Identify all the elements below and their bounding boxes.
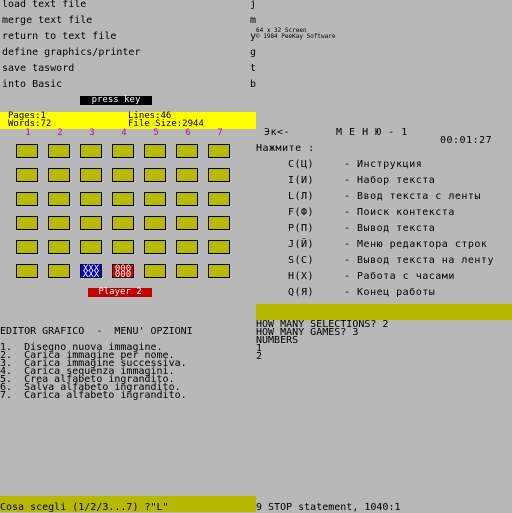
- editor-title: EDITOR GRAFICO - MENU' OPZIONI: [0, 326, 193, 337]
- grid-cell[interactable]: [144, 264, 166, 278]
- ru-key: H(X): [288, 271, 315, 282]
- ru-key: P(П): [288, 223, 315, 234]
- grid-cell-player-red[interactable]: 000 000: [112, 264, 134, 280]
- info-bar: Pages:1 Lines:46 Words:72 File Size:2944: [0, 112, 256, 129]
- press-key-prompt[interactable]: press key: [80, 96, 152, 105]
- grid-cell[interactable]: [48, 168, 70, 182]
- grid-cell[interactable]: [48, 264, 70, 278]
- grid-cell[interactable]: [16, 216, 38, 230]
- grid-cell[interactable]: [112, 144, 134, 158]
- grid-cell-player-blue[interactable]: XXX XXX: [80, 264, 102, 280]
- ru-item-instructions[interactable]: - Инструкция: [344, 160, 422, 170]
- ru-key: Q(Я): [288, 287, 315, 298]
- grid-cell[interactable]: [176, 216, 198, 230]
- ru-item-quit[interactable]: - Конец работы: [344, 288, 435, 298]
- ru-key: L(Л): [288, 191, 315, 202]
- column-number: 6: [185, 128, 191, 138]
- grid-cell[interactable]: [112, 216, 134, 230]
- menu-key-save: t: [250, 63, 257, 74]
- grid-cell[interactable]: [176, 240, 198, 254]
- column-number: 3: [89, 128, 95, 138]
- grid-cell[interactable]: [112, 168, 134, 182]
- column-number: 5: [153, 128, 159, 138]
- grid-cell[interactable]: [80, 240, 102, 254]
- status-strip: [256, 304, 512, 320]
- grid-cell[interactable]: [80, 168, 102, 182]
- grid-cell[interactable]: [16, 192, 38, 206]
- column-number: 4: [121, 128, 127, 138]
- menu-item-load[interactable]: load text file: [2, 0, 247, 10]
- grid-cell[interactable]: [144, 240, 166, 254]
- column-number: 1: [25, 128, 31, 138]
- grid-cell[interactable]: [16, 240, 38, 254]
- grid-cell[interactable]: [48, 240, 70, 254]
- menu-item-return[interactable]: return to text file: [2, 32, 247, 42]
- grid-cell[interactable]: [176, 144, 198, 158]
- ru-key: J(Й): [288, 239, 315, 250]
- ru-item-line-editor[interactable]: - Меню редактора строк: [344, 240, 487, 250]
- grid-cell[interactable]: [144, 192, 166, 206]
- grid-cell[interactable]: [208, 216, 230, 230]
- ru-key: I(И): [288, 175, 315, 186]
- grid-cell[interactable]: [176, 168, 198, 182]
- number-2: 2: [256, 351, 263, 362]
- grid-cell[interactable]: [16, 144, 38, 158]
- player-indicator: Player 2: [88, 288, 152, 297]
- ru-prompt: Нажмите :: [256, 143, 315, 154]
- grid-cell[interactable]: [80, 216, 102, 230]
- ru-clock: 00:01:27: [440, 135, 493, 146]
- grid-cell[interactable]: [144, 144, 166, 158]
- grid-cell[interactable]: [112, 192, 134, 206]
- ru-item-load-tape[interactable]: - Ввод текста с ленты: [344, 192, 481, 202]
- grid-cell[interactable]: [208, 144, 230, 158]
- grid-cell[interactable]: [80, 192, 102, 206]
- grid-cell[interactable]: [208, 168, 230, 182]
- grid-cell[interactable]: [208, 192, 230, 206]
- words-count: Words:72: [8, 119, 52, 129]
- ru-item-clock[interactable]: - Работа с часами: [344, 272, 455, 282]
- grid-cell[interactable]: [112, 240, 134, 254]
- menu-key-basic: b: [250, 79, 257, 90]
- editor-option-7[interactable]: 7. Carica alfabeto ingrandito.: [0, 391, 187, 401]
- ru-key: S(C): [288, 255, 315, 266]
- ru-item-save-tape[interactable]: - Вывод текста на ленту: [344, 256, 494, 266]
- menu-item-save[interactable]: save tasword: [2, 64, 247, 74]
- file-size: File Size:2944: [128, 119, 204, 129]
- menu-key-merge: m: [250, 15, 257, 26]
- menu-item-define-graphics[interactable]: define graphics/printer: [2, 48, 247, 58]
- ru-item-type-text[interactable]: - Набор текста: [344, 176, 435, 186]
- grid-cell[interactable]: [80, 144, 102, 158]
- grid-cell[interactable]: [16, 264, 38, 278]
- grid-cell[interactable]: [208, 240, 230, 254]
- grid-cell[interactable]: [176, 264, 198, 278]
- numbers-label: NUMBERS: [256, 335, 299, 346]
- grid-cell[interactable]: [16, 168, 38, 182]
- grid-cell[interactable]: [176, 192, 198, 206]
- column-number: 2: [57, 128, 63, 138]
- ru-key: C(Ц): [288, 159, 315, 170]
- ru-header-left: Эк<-: [264, 127, 291, 138]
- menu-key-load: j: [250, 0, 257, 10]
- ru-header-title: М Е Н Ю - 1: [336, 127, 408, 138]
- brand-line-2: © 1984 PeeKay Software: [256, 33, 336, 40]
- ru-item-print[interactable]: - Вывод текста: [344, 224, 435, 234]
- grid-cell[interactable]: [144, 216, 166, 230]
- grid-cell[interactable]: [208, 264, 230, 278]
- menu-key-define-graphics: g: [250, 47, 257, 58]
- ru-item-search[interactable]: - Поиск контекста: [344, 208, 455, 218]
- grid-cell[interactable]: [48, 144, 70, 158]
- column-number: 7: [217, 128, 223, 138]
- grid-cell[interactable]: [48, 192, 70, 206]
- ru-key: F(Ф): [288, 207, 315, 218]
- grid-cell[interactable]: [48, 216, 70, 230]
- menu-item-merge[interactable]: merge text file: [2, 16, 247, 26]
- grid-cell[interactable]: [144, 168, 166, 182]
- menu-item-basic[interactable]: into Basic: [2, 80, 247, 90]
